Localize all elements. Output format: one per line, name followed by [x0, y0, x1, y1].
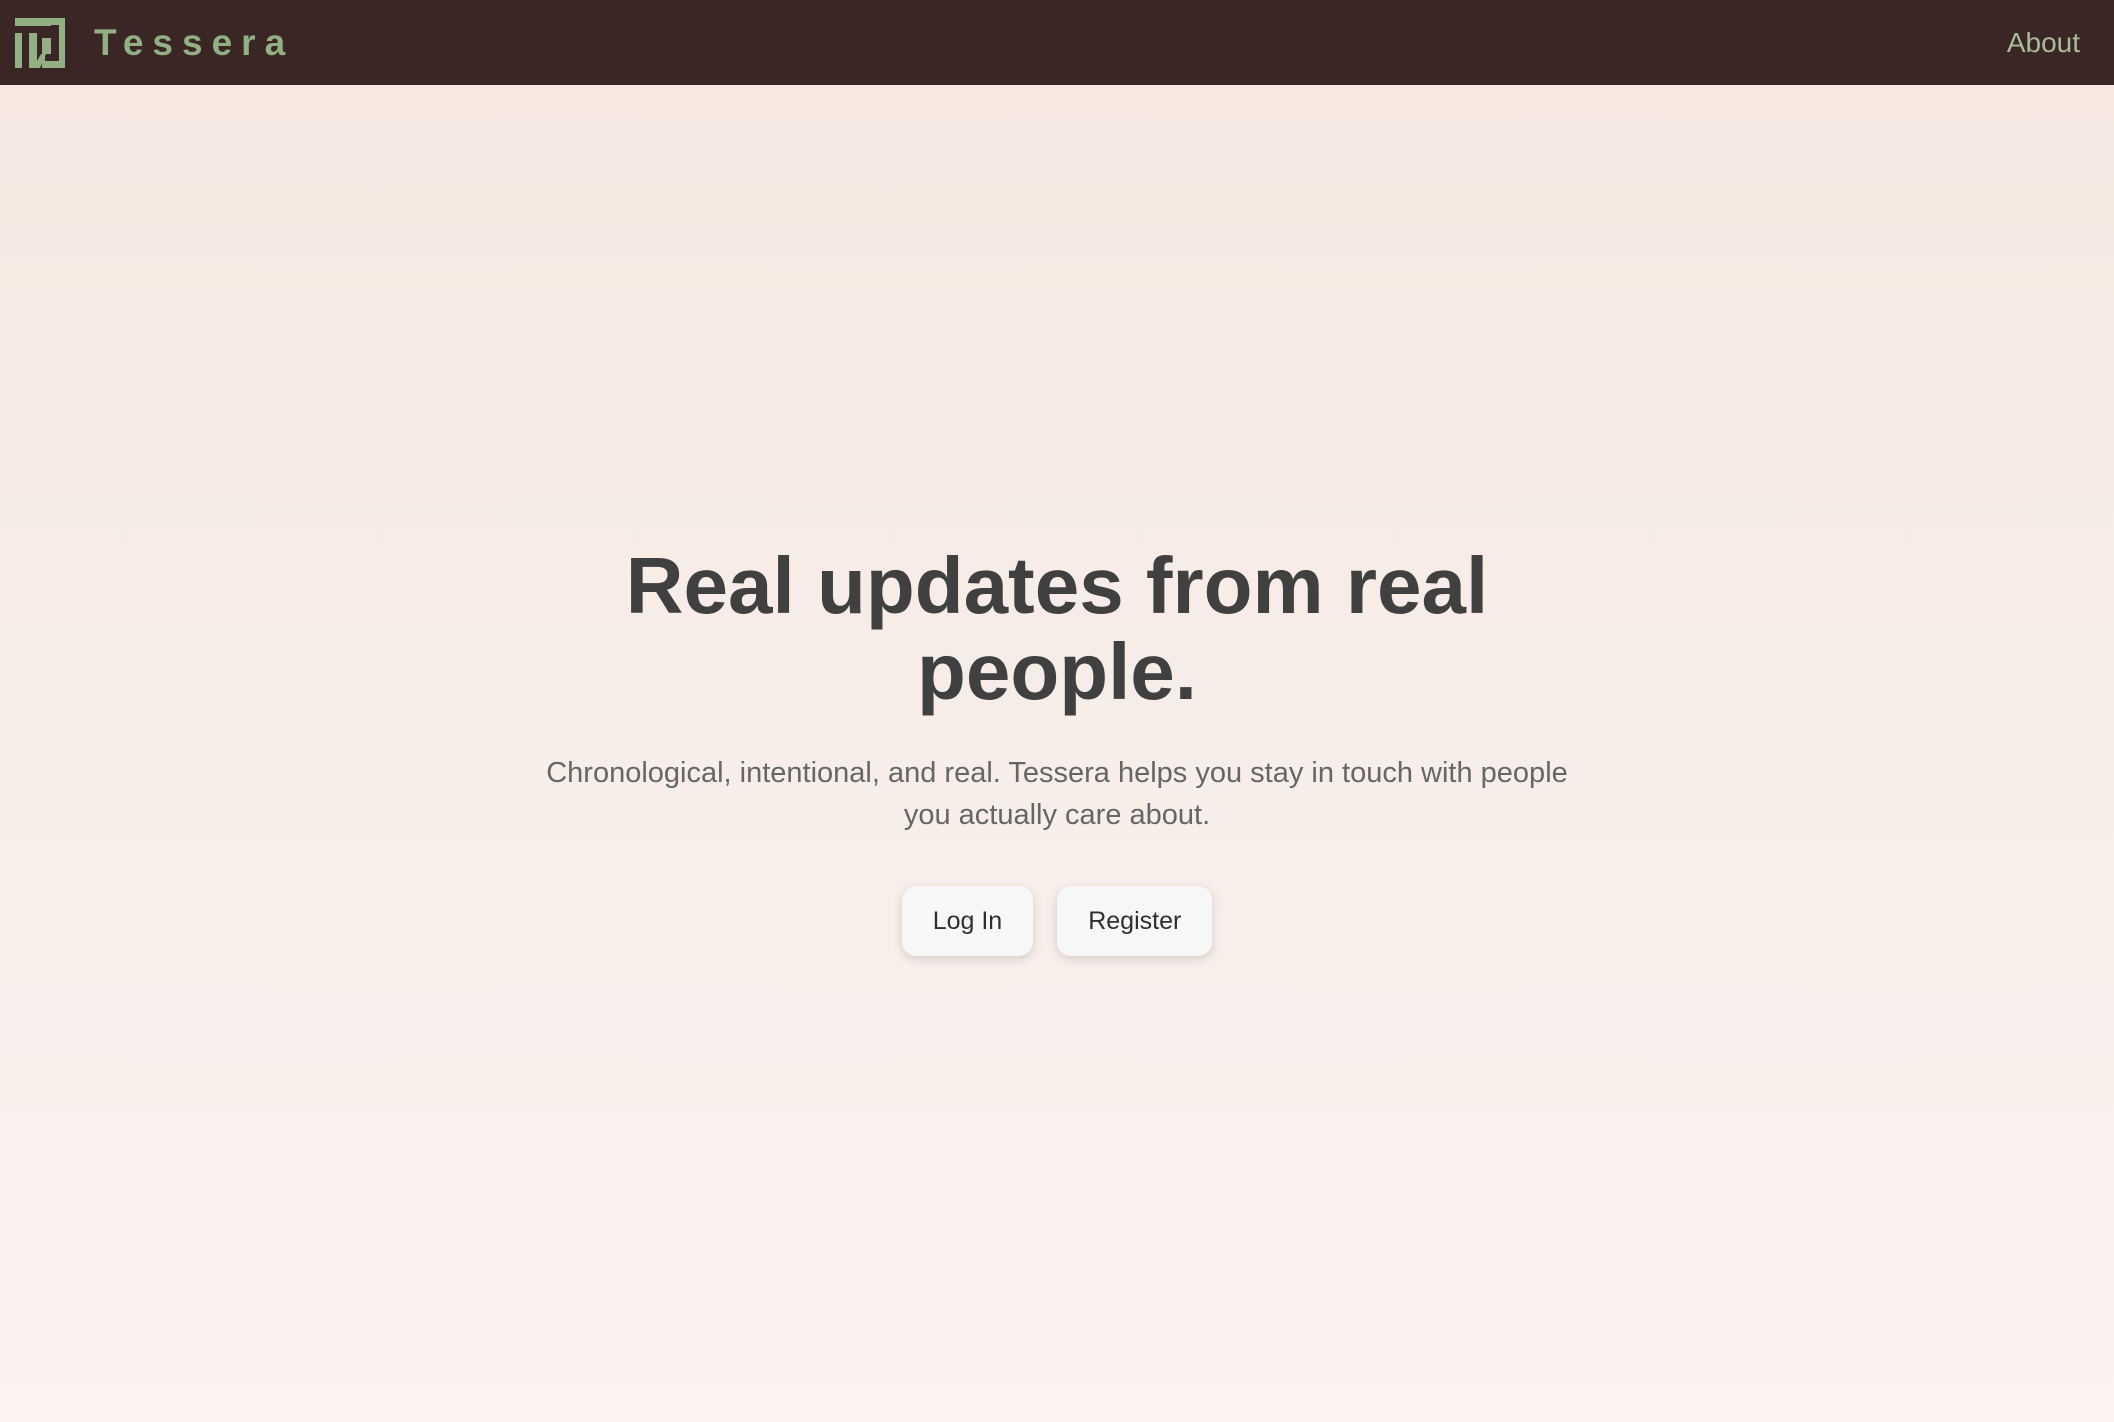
- hero-section: Real updates from real people. Chronolog…: [0, 85, 2114, 1422]
- login-button[interactable]: Log In: [901, 886, 1034, 956]
- register-button[interactable]: Register: [1057, 886, 1213, 956]
- brand-link[interactable]: Tessera: [15, 17, 295, 68]
- brand-name: Tessera: [94, 22, 295, 63]
- hero-actions: Log In Register: [527, 886, 1587, 956]
- about-link[interactable]: About: [2007, 28, 2080, 57]
- tessera-logo-icon: [15, 17, 65, 68]
- hero-headline: Real updates from real people.: [625, 541, 1489, 716]
- hero-content: Real updates from real people. Chronolog…: [527, 543, 1587, 956]
- top-navigation: Tessera About: [0, 0, 2114, 85]
- hero-subtitle: Chronological, intentional, and real. Te…: [546, 757, 1568, 831]
